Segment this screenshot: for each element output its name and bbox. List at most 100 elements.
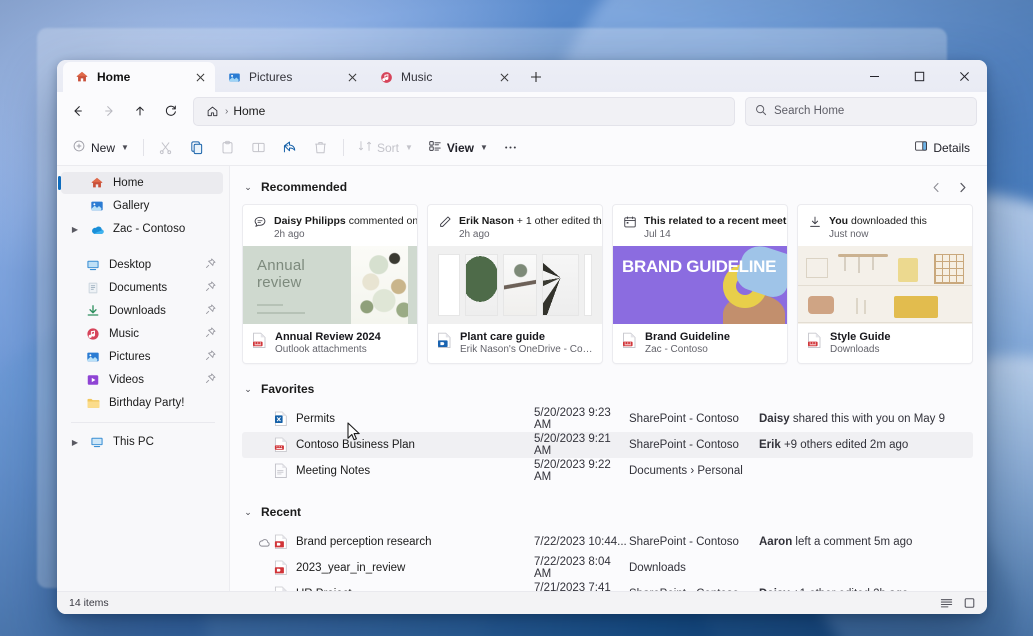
- sidebar-item-this-pc[interactable]: ▶ This PC: [61, 431, 223, 453]
- table-row[interactable]: Meeting Notes 5/20/2023 9:22 AM Document…: [242, 458, 973, 484]
- excel-icon: [274, 411, 296, 427]
- chevron-down-icon[interactable]: ⌄: [242, 507, 254, 518]
- search-input[interactable]: Search Home: [745, 96, 977, 126]
- pin-icon[interactable]: [205, 258, 217, 272]
- file-date: 5/20/2023 9:23 AM: [534, 407, 611, 432]
- pin-icon[interactable]: [205, 373, 217, 387]
- recent-section: ⌄ Recent Brand perception research 7/22/…: [242, 501, 973, 591]
- table-row[interactable]: 2023_year_in_review 7/22/2023 8:04 AM Do…: [242, 555, 973, 581]
- activity-text: shared this with you on May 9: [789, 413, 946, 426]
- mouse-cursor: [347, 422, 360, 441]
- close-button[interactable]: [942, 60, 987, 92]
- pdf-icon: [252, 332, 267, 349]
- sidebar-item-label: Videos: [109, 374, 144, 386]
- details-pane-button[interactable]: Details: [907, 134, 977, 162]
- file-activity: Aaron left a comment 5m ago: [759, 536, 973, 548]
- chevron-down-icon[interactable]: ⌄: [242, 384, 254, 395]
- pin-icon[interactable]: [205, 281, 217, 295]
- recommended-card[interactable]: Erik Nason + 1 other edited this 2h ago: [427, 204, 603, 365]
- paste-button[interactable]: [213, 134, 243, 162]
- back-button[interactable]: [63, 97, 92, 126]
- powerpoint-icon: [274, 534, 296, 550]
- new-tab-button[interactable]: [523, 64, 549, 90]
- section-title: Recommended: [261, 180, 348, 194]
- pin-icon[interactable]: [205, 350, 217, 364]
- file-location: Downloads: [629, 562, 686, 575]
- chevron-right-icon[interactable]: ▶: [69, 225, 81, 234]
- pin-icon[interactable]: [205, 304, 217, 318]
- previous-button[interactable]: [925, 176, 947, 198]
- sidebar-item-documents[interactable]: Documents: [61, 277, 223, 299]
- tab-close-button[interactable]: [344, 69, 361, 86]
- up-button[interactable]: [125, 97, 154, 126]
- sort-button[interactable]: Sort ▼: [351, 134, 420, 162]
- table-row[interactable]: UR Project 7/21/2023 7:41 PM SharePoint …: [242, 581, 973, 591]
- rename-button[interactable]: [244, 134, 274, 162]
- style-guide-thumbnail: [798, 246, 972, 325]
- sidebar-item-music[interactable]: Music: [61, 323, 223, 345]
- chevron-right-icon[interactable]: ▶: [69, 438, 81, 447]
- card-activity-text: You downloaded this Just now: [829, 213, 964, 240]
- sidebar-item-home[interactable]: Home: [58, 172, 223, 194]
- minimize-button[interactable]: [852, 60, 897, 92]
- delete-button[interactable]: [306, 134, 336, 162]
- forward-button[interactable]: [94, 97, 123, 126]
- sidebar-item-downloads[interactable]: Downloads: [61, 300, 223, 322]
- sidebar-item-gallery[interactable]: Gallery: [61, 195, 223, 217]
- card-action: downloaded this: [848, 215, 927, 227]
- tab-close-button[interactable]: [192, 69, 209, 86]
- onedrive-icon: [89, 221, 105, 237]
- view-button[interactable]: View ▼: [421, 134, 495, 162]
- file-activity: Erik +9 others edited 2m ago: [759, 439, 973, 451]
- recommended-section-header[interactable]: ⌄ Recommended: [242, 176, 973, 198]
- details-view-button[interactable]: [937, 595, 955, 611]
- sidebar-item-label: Gallery: [113, 200, 150, 212]
- file-name: Contoso Business Plan: [296, 439, 415, 452]
- recent-section-header[interactable]: ⌄ Recent: [242, 501, 973, 523]
- activity-text: left a comment 5m ago: [792, 536, 913, 549]
- share-button[interactable]: [275, 134, 305, 162]
- sidebar-item-birthday-party[interactable]: Birthday Party!: [61, 392, 223, 414]
- pin-icon[interactable]: [205, 327, 217, 341]
- sidebar-item-label: Documents: [109, 282, 168, 294]
- favorites-section-header[interactable]: ⌄ Favorites: [242, 378, 973, 400]
- tab-pictures[interactable]: Pictures: [215, 62, 367, 92]
- large-icons-view-button[interactable]: [960, 595, 978, 611]
- desktop-icon: [85, 257, 101, 273]
- view-button-label: View: [446, 140, 475, 155]
- card-actor-line: This related to a recent meeting: [644, 215, 787, 227]
- pictures-icon: [226, 69, 242, 85]
- next-button[interactable]: [951, 176, 973, 198]
- see-more-button[interactable]: [496, 134, 526, 162]
- file-name: Brand perception research: [296, 536, 432, 549]
- recommended-card[interactable]: You downloaded this Just now Style Guide…: [797, 204, 973, 365]
- chevron-down-icon: ▼: [404, 143, 413, 152]
- table-row[interactable]: Brand perception research 7/22/2023 10:4…: [242, 529, 973, 555]
- maximize-button[interactable]: [897, 60, 942, 92]
- file-date: 7/21/2023 7:41 PM: [534, 582, 611, 591]
- annual-review-thumbnail: Annual review: [243, 246, 417, 325]
- recommended-card[interactable]: This related to a recent meeting Jul 14 …: [612, 204, 788, 365]
- card-file-text: Brand Guideline Zac - Contoso: [645, 331, 730, 355]
- tab-label: Pictures: [249, 70, 293, 84]
- sidebar-item-pictures[interactable]: Pictures: [61, 346, 223, 368]
- card-action: + 1 other edited this: [513, 215, 603, 227]
- file-location: SharePoint - Contoso: [629, 413, 739, 426]
- card-file-location: Zac - Contoso: [645, 344, 708, 356]
- card-file-name: Annual Review 2024: [275, 331, 381, 344]
- sidebar-item-desktop[interactable]: Desktop: [61, 254, 223, 276]
- tab-home[interactable]: Home: [63, 62, 215, 92]
- cut-button[interactable]: [151, 134, 181, 162]
- chevron-down-icon[interactable]: ⌄: [242, 182, 254, 193]
- sidebar-item-zac-contoso[interactable]: ▶ Zac - Contoso: [61, 218, 223, 240]
- breadcrumb[interactable]: › Home: [193, 96, 735, 126]
- refresh-button[interactable]: [156, 97, 185, 126]
- copy-button[interactable]: [182, 134, 212, 162]
- new-button[interactable]: New ▼: [65, 134, 136, 162]
- sidebar-item-videos[interactable]: Videos: [61, 369, 223, 391]
- chevron-down-icon: ▼: [121, 143, 129, 152]
- details-button-label: Details: [933, 140, 970, 155]
- tab-close-button[interactable]: [496, 69, 513, 86]
- tab-music[interactable]: Music: [367, 62, 519, 92]
- recommended-card[interactable]: Daisy Philipps commented on... 2h ago An…: [242, 204, 418, 365]
